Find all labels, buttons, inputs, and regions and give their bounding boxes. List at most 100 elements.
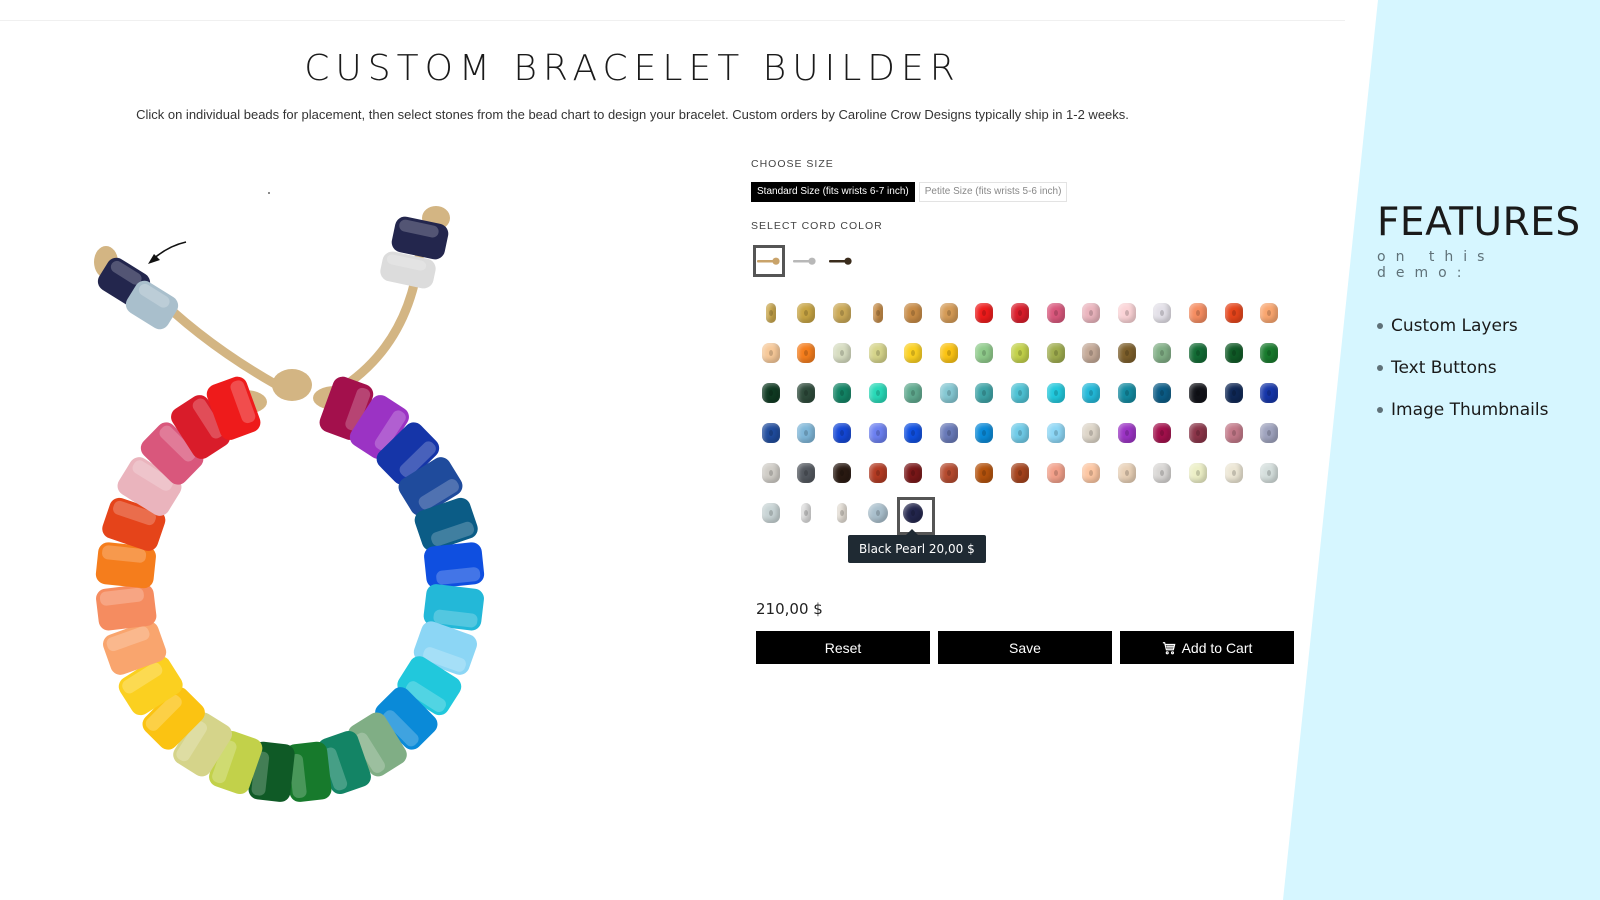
bead-option[interactable] — [931, 293, 967, 333]
bead-option[interactable] — [1109, 333, 1145, 373]
bead-option[interactable] — [1038, 333, 1074, 373]
bead-option[interactable] — [1073, 333, 1109, 373]
bead-option[interactable] — [1180, 413, 1216, 453]
bead-swatch — [939, 423, 958, 443]
bead-option[interactable] — [1180, 293, 1216, 333]
bead-option[interactable] — [1145, 373, 1181, 413]
bead-option[interactable] — [753, 493, 789, 533]
bead-option[interactable] — [789, 413, 825, 453]
bead-option[interactable] — [1002, 333, 1038, 373]
bead-option[interactable] — [895, 373, 931, 413]
bead-option[interactable] — [895, 333, 931, 373]
bracelet-preview[interactable] — [80, 180, 520, 830]
bead-option[interactable] — [1251, 453, 1287, 493]
bead-option[interactable] — [860, 293, 896, 333]
cord-swatch-tan[interactable] — [753, 245, 785, 277]
reset-button[interactable]: Reset — [756, 631, 930, 664]
bead-option[interactable] — [824, 453, 860, 493]
cord-swatch-silver[interactable] — [789, 245, 821, 277]
size-standard-button[interactable]: Standard Size (fits wrists 6-7 inch) — [751, 182, 915, 202]
bead-option[interactable] — [931, 453, 967, 493]
bead-option[interactable] — [1073, 373, 1109, 413]
bead-option[interactable] — [1002, 293, 1038, 333]
bead-option[interactable] — [1073, 293, 1109, 333]
bead-option[interactable] — [1002, 413, 1038, 453]
bead-option[interactable] — [895, 493, 935, 535]
bead-option[interactable] — [895, 413, 931, 453]
bead-option[interactable] — [931, 413, 967, 453]
bead-option[interactable] — [1145, 453, 1181, 493]
save-button[interactable]: Save — [938, 631, 1112, 664]
bead-option[interactable] — [931, 333, 967, 373]
bead-option[interactable] — [1002, 453, 1038, 493]
bead-option[interactable] — [1002, 373, 1038, 413]
bead-option[interactable] — [1216, 293, 1252, 333]
bead-option[interactable] — [789, 373, 825, 413]
bead-option[interactable] — [967, 333, 1003, 373]
bead-option[interactable] — [1145, 293, 1181, 333]
bead-option[interactable] — [789, 293, 825, 333]
action-buttons: Reset Save Add to Cart — [756, 631, 1294, 664]
bead-swatch — [904, 303, 923, 323]
bead-option[interactable] — [1073, 413, 1109, 453]
add-to-cart-button[interactable]: Add to Cart — [1120, 631, 1294, 664]
bead-option[interactable] — [1180, 373, 1216, 413]
bead-option[interactable] — [1251, 293, 1287, 333]
bead-option[interactable] — [860, 493, 896, 533]
bead-option[interactable] — [860, 413, 896, 453]
bead-option[interactable] — [824, 413, 860, 453]
bead-option[interactable] — [931, 373, 967, 413]
bead-option[interactable] — [824, 493, 860, 533]
bead-option[interactable] — [967, 413, 1003, 453]
bead-option[interactable] — [1216, 413, 1252, 453]
bead-option[interactable] — [789, 493, 825, 533]
bead-option[interactable] — [753, 413, 789, 453]
bead-option[interactable] — [895, 293, 931, 333]
bead-option[interactable] — [789, 333, 825, 373]
bead-option[interactable] — [1073, 453, 1109, 493]
bead-option[interactable] — [824, 293, 860, 333]
bead-option[interactable] — [824, 373, 860, 413]
bead-option[interactable] — [1038, 373, 1074, 413]
bead-option[interactable] — [1109, 373, 1145, 413]
bead-option[interactable] — [967, 373, 1003, 413]
bead-option[interactable] — [1038, 413, 1074, 453]
bead-option[interactable] — [1251, 373, 1287, 413]
bead-option[interactable] — [1038, 293, 1074, 333]
size-petite-button[interactable]: Petite Size (fits wrists 5-6 inch) — [918, 182, 1068, 202]
bead-option[interactable] — [753, 333, 789, 373]
bead-option[interactable] — [1145, 413, 1181, 453]
bead-swatch — [761, 423, 780, 443]
bead-option[interactable] — [1216, 453, 1252, 493]
bead-swatch — [1260, 423, 1279, 443]
cord-swatch-brown[interactable] — [825, 245, 857, 277]
bead-option[interactable] — [1109, 453, 1145, 493]
bead-swatch — [868, 463, 887, 483]
bead-option[interactable] — [1109, 293, 1145, 333]
bead-option[interactable] — [1251, 413, 1287, 453]
bead-option[interactable] — [1251, 333, 1287, 373]
bead-option[interactable] — [1216, 333, 1252, 373]
bead-option[interactable] — [967, 453, 1003, 493]
bead-swatch — [975, 463, 994, 483]
bracelet-canvas[interactable] — [80, 180, 520, 830]
bead-option[interactable] — [789, 453, 825, 493]
bead-swatch — [939, 343, 958, 363]
bead-option[interactable] — [753, 373, 789, 413]
bead-option[interactable] — [753, 293, 789, 333]
bead-option[interactable] — [860, 453, 896, 493]
bead-option[interactable] — [1180, 333, 1216, 373]
bead-option[interactable] — [1109, 413, 1145, 453]
bead-option[interactable] — [860, 333, 896, 373]
bead-option[interactable] — [1216, 373, 1252, 413]
bead-option[interactable] — [1180, 453, 1216, 493]
bead-option[interactable] — [1145, 333, 1181, 373]
bead-option[interactable] — [1038, 453, 1074, 493]
bead-swatch — [1188, 423, 1207, 443]
bead-option[interactable] — [967, 293, 1003, 333]
bead-swatch — [939, 463, 958, 483]
bead-option[interactable] — [824, 333, 860, 373]
bead-option[interactable] — [753, 453, 789, 493]
bead-option[interactable] — [895, 453, 931, 493]
bead-option[interactable] — [860, 373, 896, 413]
